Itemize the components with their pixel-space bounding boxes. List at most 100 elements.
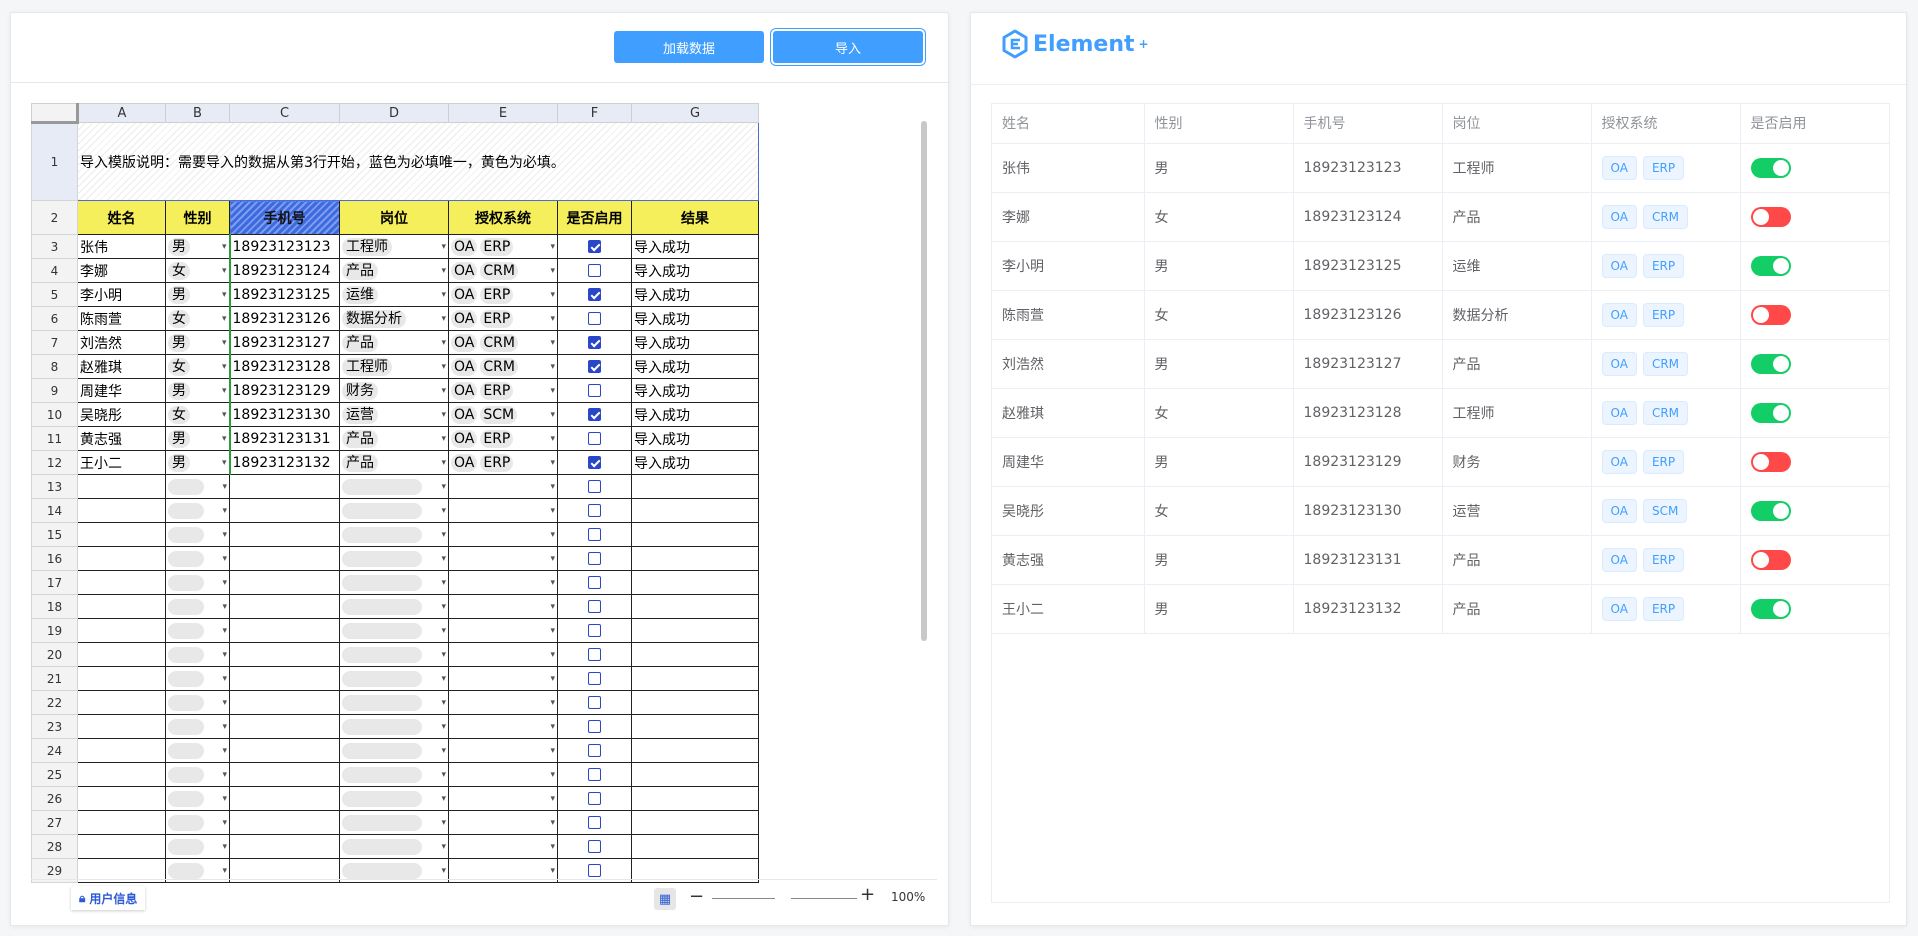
empty-cell[interactable]	[229, 690, 340, 715]
cell-systems[interactable]: OA SCM ▾	[448, 402, 558, 427]
enabled-checkbox[interactable]	[588, 768, 601, 781]
cell-enabled[interactable]	[557, 402, 632, 427]
empty-cell[interactable]	[77, 546, 166, 571]
empty-cell[interactable]	[229, 474, 340, 499]
post-dropdown[interactable]: ▾	[342, 646, 446, 663]
dropdown-arrow-icon[interactable]: ▾	[222, 506, 227, 516]
enabled-switch[interactable]	[1750, 206, 1791, 227]
gender-dropdown[interactable]: 男 ▾	[168, 381, 227, 400]
gridlines-toggle-icon[interactable]: ▦	[654, 888, 676, 910]
gender-dropdown[interactable]: ▾	[168, 622, 227, 639]
cell-result[interactable]: 导入成功	[631, 258, 759, 283]
empty-systems-cell[interactable]: ▾	[448, 714, 558, 739]
dropdown-arrow-icon[interactable]: ▾	[441, 554, 446, 564]
empty-systems-cell[interactable]: ▾	[448, 522, 558, 547]
cell-enabled[interactable]	[557, 666, 632, 691]
post-dropdown[interactable]: ▾	[342, 526, 446, 543]
systems-dropdown[interactable]: OA CRM ▾	[451, 333, 555, 352]
post-dropdown[interactable]: ▾	[342, 478, 446, 495]
cell-phone[interactable]: 18923123123	[228, 234, 340, 259]
empty-post-cell[interactable]: ▾	[339, 498, 449, 523]
dropdown-arrow-icon[interactable]: ▾	[222, 266, 227, 276]
post-dropdown[interactable]: ▾	[342, 814, 446, 831]
empty-cell[interactable]	[631, 810, 759, 835]
enabled-checkbox[interactable]	[588, 408, 601, 421]
cell-name[interactable]: 李小明	[77, 282, 166, 307]
cell-enabled[interactable]	[557, 786, 632, 811]
column-header[interactable]: E	[448, 103, 558, 123]
dropdown-arrow-icon[interactable]: ▾	[550, 818, 555, 828]
cell-enabled[interactable]	[557, 738, 632, 763]
enabled-checkbox[interactable]	[588, 384, 601, 397]
gender-dropdown[interactable]: ▾	[168, 574, 227, 591]
select-all-corner[interactable]	[31, 103, 79, 124]
dropdown-arrow-icon[interactable]: ▾	[550, 242, 555, 252]
cell-enabled[interactable]	[557, 522, 632, 547]
gender-dropdown[interactable]: ▾	[168, 694, 227, 711]
row-number[interactable]: 17	[31, 570, 78, 595]
empty-gender-cell[interactable]: ▾	[165, 594, 230, 619]
column-header[interactable]: B	[165, 103, 230, 123]
dropdown-arrow-icon[interactable]: ▾	[222, 578, 227, 588]
dropdown-arrow-icon[interactable]: ▾	[550, 266, 555, 276]
dropdown-arrow-icon[interactable]: ▾	[550, 578, 555, 588]
dropdown-arrow-icon[interactable]: ▾	[441, 362, 446, 372]
post-dropdown[interactable]: 产品 ▾	[342, 261, 446, 280]
enabled-checkbox[interactable]	[588, 240, 601, 253]
dropdown-arrow-icon[interactable]: ▾	[441, 242, 446, 252]
empty-post-cell[interactable]: ▾	[339, 546, 449, 571]
empty-systems-cell[interactable]: ▾	[448, 834, 558, 859]
dropdown-arrow-icon[interactable]: ▾	[441, 482, 446, 492]
dropdown-arrow-icon[interactable]: ▾	[550, 746, 555, 756]
cell-post[interactable]: 产品 ▾	[339, 450, 449, 475]
post-dropdown[interactable]: 数据分析 ▾	[342, 309, 446, 328]
empty-cell[interactable]	[631, 786, 759, 811]
dropdown-arrow-icon[interactable]: ▾	[222, 290, 227, 300]
empty-cell[interactable]	[229, 642, 340, 667]
empty-post-cell[interactable]: ▾	[339, 594, 449, 619]
cell-enabled[interactable]	[557, 618, 632, 643]
cell-phone[interactable]: 18923123131	[228, 426, 340, 451]
instruction-cell[interactable]: 导入模版说明：需要导入的数据从第3行开始，蓝色为必填唯一，黄色为必填。	[77, 122, 759, 201]
post-dropdown[interactable]: ▾	[342, 550, 446, 567]
enabled-checkbox[interactable]	[588, 312, 601, 325]
row-number[interactable]: 10	[31, 402, 78, 427]
post-dropdown[interactable]: ▾	[342, 766, 446, 783]
empty-post-cell[interactable]: ▾	[339, 738, 449, 763]
header-cell-phone[interactable]: 手机号	[229, 200, 340, 235]
cell-result[interactable]: 导入成功	[631, 450, 759, 475]
empty-cell[interactable]	[631, 522, 759, 547]
dropdown-arrow-icon[interactable]: ▾	[550, 458, 555, 468]
post-dropdown[interactable]: 运营 ▾	[342, 405, 446, 424]
row-number[interactable]: 19	[31, 618, 78, 643]
cell-phone[interactable]: 18923123129	[228, 378, 340, 403]
empty-cell[interactable]	[77, 642, 166, 667]
gender-dropdown[interactable]: ▾	[168, 598, 227, 615]
empty-cell[interactable]	[631, 570, 759, 595]
dropdown-arrow-icon[interactable]: ▾	[550, 698, 555, 708]
empty-cell[interactable]	[229, 546, 340, 571]
dropdown-arrow-icon[interactable]: ▾	[441, 866, 446, 876]
dropdown-arrow-icon[interactable]: ▾	[441, 530, 446, 540]
gender-dropdown[interactable]: ▾	[168, 742, 227, 759]
empty-cell[interactable]	[229, 834, 340, 859]
sheet-tab-user-info[interactable]: 🔒︎ 用户信息	[71, 886, 146, 910]
gender-dropdown[interactable]: 男 ▾	[168, 429, 227, 448]
cell-gender[interactable]: 男 ▾	[165, 450, 230, 475]
cell-result[interactable]: 导入成功	[631, 234, 759, 259]
cell-systems[interactable]: OA ERP ▾	[448, 450, 558, 475]
empty-cell[interactable]	[77, 594, 166, 619]
cell-enabled[interactable]	[557, 762, 632, 787]
cell-enabled[interactable]	[557, 546, 632, 571]
cell-systems[interactable]: OA CRM ▾	[448, 258, 558, 283]
empty-systems-cell[interactable]: ▾	[448, 474, 558, 499]
empty-gender-cell[interactable]: ▾	[165, 570, 230, 595]
empty-cell[interactable]	[631, 738, 759, 763]
empty-cell[interactable]	[229, 666, 340, 691]
enabled-checkbox[interactable]	[588, 840, 601, 853]
empty-cell[interactable]	[229, 714, 340, 739]
post-dropdown[interactable]: ▾	[342, 790, 446, 807]
empty-cell[interactable]	[229, 810, 340, 835]
systems-dropdown[interactable]: ▾	[451, 770, 555, 780]
dropdown-arrow-icon[interactable]: ▾	[550, 362, 555, 372]
